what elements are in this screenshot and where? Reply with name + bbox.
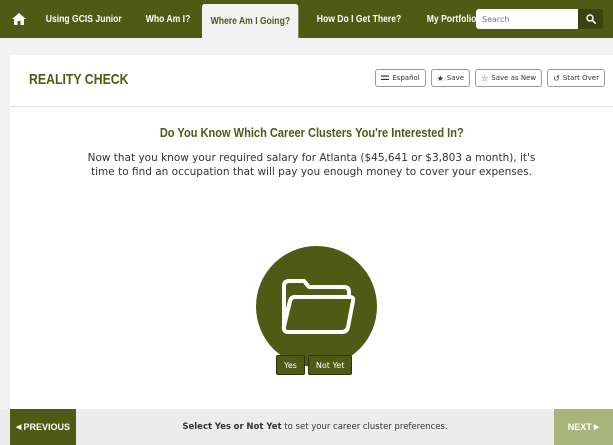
nav-using-gcis-junior[interactable]: Using GCIS Junior <box>38 0 129 38</box>
caret-right-icon: ▶ <box>593 424 600 431</box>
divider <box>10 106 613 107</box>
footer-instructions: Select Yes or Not Yet to set your career… <box>76 409 554 445</box>
search-input[interactable] <box>476 9 578 29</box>
save-button[interactable]: ★ Save <box>430 69 471 87</box>
espanol-label: Español <box>392 74 420 82</box>
language-icon <box>381 75 390 80</box>
start-over-label: Start Over <box>562 74 599 82</box>
folder-badge <box>256 246 377 367</box>
folder-icon <box>281 278 355 334</box>
footer-msg-not-yet: Not Yet <box>246 422 282 432</box>
question-description: Now that you know your required salary f… <box>87 152 536 178</box>
footer-msg-or: or <box>233 422 244 432</box>
page-title: REALITY CHECK <box>29 71 129 88</box>
nav-where-am-i-going[interactable]: Where Am I Going? <box>202 4 299 38</box>
caret-left-icon: ◀ <box>16 424 22 431</box>
nav-who-am-i[interactable]: Who Am I? <box>138 0 198 38</box>
undo-icon: ↺ <box>553 73 560 83</box>
save-as-new-button[interactable]: ☆ Save as New <box>475 69 543 87</box>
choice-buttons: Yes Not Yet <box>276 355 353 375</box>
espanol-button[interactable]: Español <box>375 69 426 87</box>
main-panel: REALITY CHECK Español ★ Save ☆ Save as N… <box>10 55 613 409</box>
question-heading-text: Do You Know Which Career Clusters You're… <box>159 125 464 140</box>
save-as-new-label: Save as New <box>491 74 537 82</box>
nav-my-portfolio[interactable]: My Portfolio <box>419 0 484 38</box>
previous-label: PREVIOUS <box>23 422 70 432</box>
toolbar: Español ★ Save ☆ Save as New ↺ Start Ove… <box>375 69 605 87</box>
footer-msg-yes: Yes <box>214 422 231 432</box>
home-button[interactable] <box>0 0 38 38</box>
not-yet-button[interactable]: Not Yet <box>307 355 353 375</box>
next-label: NEXT <box>567 422 592 432</box>
footer-bar: ◀ PREVIOUS Select Yes or Not Yet to set … <box>0 409 613 445</box>
previous-button[interactable]: ◀ PREVIOUS <box>10 409 76 445</box>
yes-button[interactable]: Yes <box>276 355 305 375</box>
star-filled-icon: ★ <box>436 73 444 83</box>
search-button[interactable] <box>578 9 603 29</box>
next-button[interactable]: NEXT ▶ <box>554 409 613 445</box>
question-heading: Do You Know Which Career Clusters You're… <box>10 125 613 140</box>
save-label: Save <box>446 74 465 82</box>
search-icon <box>585 14 596 24</box>
footer-msg-rest: to set your career cluster preferences. <box>284 422 448 432</box>
footer-msg-select: Select <box>182 422 213 432</box>
home-icon <box>12 13 26 25</box>
nav-how-do-i-get-there[interactable]: How Do I Get There? <box>309 0 409 38</box>
star-outline-icon: ☆ <box>481 73 489 83</box>
search-box <box>476 9 603 29</box>
start-over-button[interactable]: ↺ Start Over <box>547 69 605 87</box>
top-nav: Using GCIS Junior Who Am I? Where Am I G… <box>0 0 613 38</box>
